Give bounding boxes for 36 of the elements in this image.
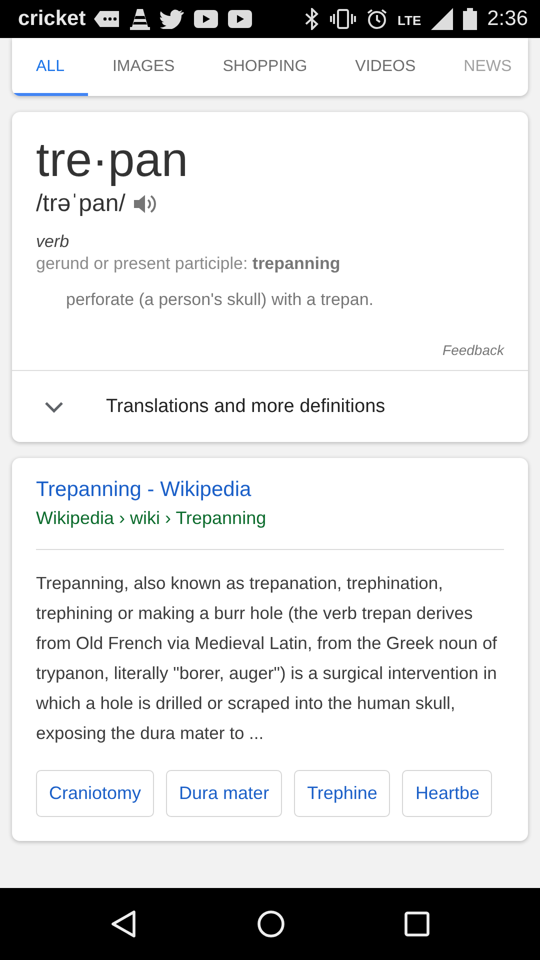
- message-icon: [94, 9, 120, 29]
- search-tab[interactable]: VIDEOS: [331, 38, 440, 96]
- feedback-link[interactable]: Feedback: [442, 342, 504, 358]
- result-title-link[interactable]: Trepanning - Wikipedia: [36, 478, 504, 502]
- more-definitions-row[interactable]: Translations and more definitions: [12, 370, 528, 442]
- search-tab[interactable]: ALL: [12, 38, 88, 96]
- speaker-icon[interactable]: [133, 193, 158, 215]
- definition-text: perforate (a person's skull) with a trepan.: [66, 290, 375, 310]
- clock-time: 2:36: [487, 7, 528, 31]
- recent-apps-icon[interactable]: [404, 911, 430, 937]
- search-tab[interactable]: SHOPPING: [198, 38, 332, 96]
- signal-icon: [431, 8, 454, 30]
- related-topic-chip[interactable]: Trephine: [294, 770, 390, 817]
- headword: tre·pan: [36, 134, 190, 188]
- part-of-speech: verb: [36, 232, 70, 252]
- alarm-icon: [366, 8, 388, 30]
- traffic-cone-icon: [130, 8, 150, 30]
- more-definitions-label: Translations and more definitions: [106, 396, 386, 418]
- carrier-name: cricket: [18, 7, 86, 31]
- related-topic-chip[interactable]: Heartbe: [402, 770, 492, 817]
- result-breadcrumb: Wikipedia › wiki › Trepanning: [36, 508, 268, 529]
- bird-icon: [160, 9, 184, 29]
- play-icon: [228, 10, 252, 28]
- search-tab[interactable]: IMAGES: [88, 38, 199, 96]
- battery-icon: [463, 8, 478, 30]
- bluetooth-icon: [304, 8, 320, 30]
- network-type: LTE: [398, 13, 422, 28]
- related-topic-chip[interactable]: Craniotomy: [36, 770, 154, 817]
- play-icon: [194, 10, 218, 28]
- home-icon[interactable]: [256, 909, 286, 939]
- inflection-text: gerund or present participle: trepanning: [36, 254, 342, 274]
- pronunciation: /trəˈpan/: [36, 190, 126, 218]
- result-snippet: Trepanning, also known as trepanation, trephination, trephining or making a burr hole (the verb trepan derives from Old French via Medieval Latin, from the Greek noun of trypanon, literally "borer, auger") is a surgical intervention in which a hole is drilled or scraped into the human skull, exposing the dura mater to ...: [36, 572, 498, 745]
- related-topic-chip[interactable]: Dura mater: [166, 770, 282, 817]
- back-icon[interactable]: [110, 909, 138, 939]
- vibrate-icon: [330, 9, 356, 29]
